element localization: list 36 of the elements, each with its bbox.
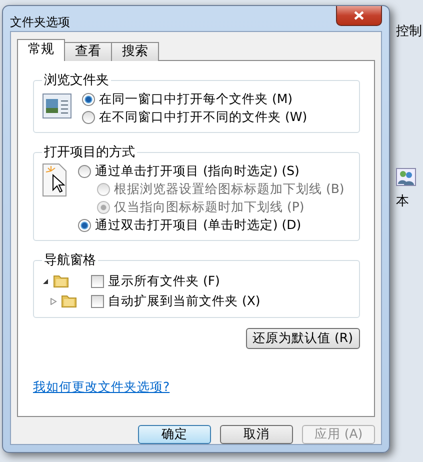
radio-button[interactable] (82, 111, 95, 124)
option-label: 根据浏览器设置给图标标题加下划线 (B) (114, 181, 344, 198)
window-icon (42, 91, 72, 121)
option-label: 仅当指向图标标题时加下划线 (P) (114, 199, 304, 216)
help-link[interactable]: 我如何更改文件夹选项? (33, 379, 360, 396)
background-text: 本 (396, 193, 410, 210)
collapsed-triangle-icon[interactable] (50, 298, 57, 304)
tab[interactable]: 搜索 (111, 42, 159, 61)
group-title: 打开项目的方式 (43, 144, 136, 161)
option-label: 在不同窗口中打开不同的文件夹 (W) (99, 109, 308, 126)
tab[interactable]: 常规 (17, 39, 65, 61)
window-title: 文件夹选项 (10, 14, 70, 31)
option-label: 在同一窗口中打开每个文件夹 (M) (99, 91, 293, 108)
checkbox[interactable] (91, 274, 104, 288)
folder-icon (61, 294, 77, 308)
folder-icon (53, 274, 69, 288)
radio-button[interactable] (82, 93, 95, 106)
option-label: 通过单击打开项目 (指向时选定) (S) (95, 163, 300, 180)
tab[interactable]: 查看 (64, 42, 112, 61)
group-title: 导航窗格 (43, 252, 97, 269)
group-title: 浏览文件夹 (43, 72, 110, 89)
background-text: 控制 (396, 23, 423, 40)
option-label: 显示所有文件夹 (F) (108, 272, 220, 290)
close-icon (354, 11, 364, 20)
expanded-triangle-icon[interactable] (42, 278, 49, 284)
option-label: 通过双击打开项目 (单击时选定) (D) (95, 217, 302, 234)
users-icon (396, 168, 416, 186)
dialog-button[interactable]: 确定 (138, 425, 211, 444)
radio-button[interactable] (78, 165, 91, 178)
restore-defaults-button[interactable]: 还原为默认值 (R) (246, 328, 360, 349)
option-label: 自动扩展到当前文件夹 (X) (108, 292, 260, 310)
dialog-button[interactable]: 取消 (220, 425, 293, 444)
close-button[interactable] (336, 6, 382, 26)
checkbox[interactable] (91, 294, 104, 308)
radio-button[interactable] (78, 219, 91, 232)
document-cursor-icon (42, 163, 68, 197)
